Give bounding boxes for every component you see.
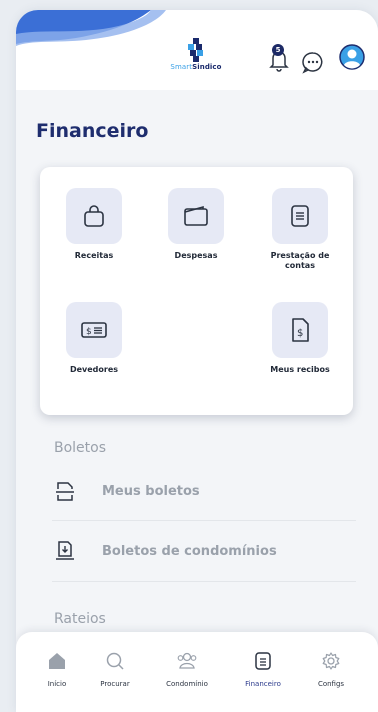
app-header: SmartSindico 5 [16, 10, 378, 90]
nav-condominio[interactable]: Condomínio [152, 650, 222, 688]
logo-cubes-icon [188, 38, 203, 62]
tile-meus-recibos[interactable]: $ Meus recibos [255, 302, 345, 375]
divider [52, 520, 356, 521]
logo-text-smart: Smart [170, 63, 193, 71]
meus-boletos-item[interactable]: Meus boletos [52, 469, 356, 513]
people-icon [177, 652, 197, 669]
home-icon [49, 653, 65, 669]
section-rateios: Rateios [54, 611, 106, 627]
boletos-condominios-label: Boletos de condomínios [102, 543, 277, 559]
nav-procurar[interactable]: Procurar [80, 650, 150, 688]
nav-label: Procurar [100, 680, 130, 688]
receipt-icon: $ [292, 318, 309, 342]
chat-bubble-icon [302, 52, 323, 74]
avatar-icon [339, 44, 365, 70]
svg-text:$: $ [86, 327, 92, 337]
page-title: Financeiro [36, 120, 149, 142]
tile-label: Prestação de contas [270, 251, 330, 270]
divider [52, 581, 356, 582]
download-doc-icon [56, 541, 74, 560]
app-screen: SmartSindico 5 Financeiro Receitas Despe… [16, 10, 378, 712]
tile-devedores[interactable]: $ Devedores [49, 302, 139, 375]
messages-button[interactable] [301, 50, 325, 74]
notifications-button[interactable]: 5 [268, 44, 290, 72]
tile-label: Meus recibos [270, 365, 330, 374]
tile-icon-box [66, 188, 122, 244]
finance-options-card: Receitas Despesas Prestação de contas $ … [40, 167, 353, 415]
smartsindico-logo: SmartSindico [164, 38, 228, 74]
svg-text:$: $ [297, 328, 303, 339]
nav-label: Financeiro [245, 680, 281, 688]
document-list-icon [291, 205, 309, 227]
boletos-de-condominios-item[interactable]: Boletos de condomínios [52, 529, 356, 573]
section-boletos: Boletos [54, 440, 107, 456]
tile-receitas[interactable]: Receitas [49, 188, 139, 261]
wallet-icon [184, 205, 208, 226]
logo-text-sindico: Sindico [192, 63, 222, 71]
tile-despesas[interactable]: Despesas [151, 188, 241, 261]
search-icon [106, 652, 124, 670]
tile-icon-box [272, 188, 328, 244]
tile-label: Devedores [69, 365, 119, 374]
tile-icon-box: $ [66, 302, 122, 358]
tile-prestacao-de-contas[interactable]: Prestação de contas [255, 188, 345, 271]
tile-label: Receitas [74, 251, 114, 260]
header-wave-decoration [16, 10, 166, 46]
nav-financeiro[interactable]: Financeiro [228, 650, 298, 688]
tile-icon-box: $ [272, 302, 328, 358]
bill-icon: $ [81, 322, 107, 338]
bottom-navigation: Início Procurar Condomínio Financeiro Co… [16, 632, 378, 712]
nav-configs[interactable]: Configs [296, 650, 366, 688]
shopping-bag-icon [84, 205, 104, 227]
tile-label: Despesas [174, 251, 218, 260]
meus-boletos-label: Meus boletos [102, 483, 200, 499]
notification-badge: 5 [272, 44, 284, 56]
nav-label: Configs [317, 680, 345, 688]
gear-icon [322, 652, 340, 670]
printer-icon [56, 482, 74, 501]
document-icon [255, 652, 271, 670]
user-avatar-button[interactable] [339, 44, 365, 70]
nav-label: Condomínio [166, 680, 208, 688]
tile-icon-box [168, 188, 224, 244]
